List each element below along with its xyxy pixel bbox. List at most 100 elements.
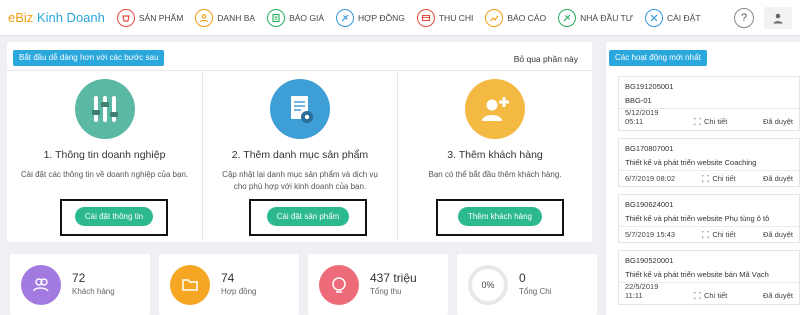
user-menu-button[interactable]: [764, 7, 792, 29]
activity-date: 22/5/2019 11:11: [625, 282, 658, 300]
document-gear-icon: [270, 79, 330, 139]
add-customer-button[interactable]: Thêm khách hàng: [457, 207, 543, 226]
product-icon: [116, 8, 135, 27]
stat-label: Hợp đồng: [221, 287, 257, 296]
nav-item-contracts[interactable]: HỢP ĐỒNG: [336, 8, 405, 27]
add-user-icon: [465, 79, 525, 139]
step-desc: Bạn có thể bắt đầu thêm khách hàng.: [428, 170, 562, 179]
nav-item-contacts[interactable]: DANH BẠ: [195, 8, 256, 27]
detail-label: Chi tiết: [712, 230, 736, 239]
nav-item-reports[interactable]: BÁO CÁO: [485, 8, 547, 27]
stat-value: 72: [72, 271, 86, 285]
activity-code: BG170807001: [625, 144, 674, 153]
activity-status: Đã duyệt: [762, 174, 793, 183]
detail-link[interactable]: Chi tiết: [702, 230, 736, 239]
income-expense-icon: [416, 8, 435, 27]
activity-footer: 5/12/2019 05:11 Chi tiết Đã duyệt: [619, 108, 799, 130]
income-icon: [319, 265, 359, 305]
nav-item-quotes[interactable]: BÁO GIÁ: [267, 8, 324, 27]
activity-footer: 22/5/2019 11:11 Chi tiết Đã duyệt: [619, 282, 799, 304]
stat-value: 74: [221, 271, 235, 285]
stat-contracts[interactable]: 74 Hợp đồng: [159, 254, 299, 315]
folder-icon: [170, 265, 210, 305]
step-customers: 3. Thêm khách hàng Bạn có thể bắt đầu th…: [397, 71, 592, 241]
activity-date: 5/12/2019 05:11: [625, 108, 658, 126]
nav-item-income-expense[interactable]: THU CHI: [416, 8, 474, 27]
activity-item[interactable]: BG190624001 Thiết kế và phát triển websi…: [618, 194, 800, 243]
onboarding-card: Bắt đầu dễ dàng hơn với các bước sau Bỏ …: [7, 42, 592, 242]
detail-link[interactable]: Chi tiết: [702, 174, 736, 183]
detail-link[interactable]: Chi tiết: [694, 117, 727, 126]
activity-date: 6/7/2019 08:02: [625, 174, 676, 183]
expand-icon: [702, 231, 710, 238]
nav-label: NHÀ ĐẦU TƯ: [580, 12, 633, 23]
nav-item-settings[interactable]: CÀI ĐẶT: [645, 8, 701, 27]
activity-date-line: 5/12/2019: [625, 108, 659, 117]
activity-desc: Thiết kế và phát triển website bán Mã Vạ…: [625, 270, 769, 279]
contacts-icon: [195, 8, 214, 27]
step-title: 3. Thêm khách hàng: [447, 149, 543, 161]
onboarding-title: Bắt đầu dễ dàng hơn với các bước sau: [13, 50, 165, 66]
report-icon: [485, 8, 504, 27]
activity-time-line: 11:11: [625, 291, 643, 300]
activity-code: BG190624001: [625, 200, 674, 209]
stat-expense[interactable]: 0% 0 Tổng Chi: [457, 254, 597, 315]
nav-item-investors[interactable]: NHÀ ĐẦU TƯ: [558, 8, 633, 27]
activity-list: BG191205001 BBG-01 5/12/2019 05:11 Chi t…: [618, 76, 800, 312]
activity-time-line: 05:11: [625, 117, 644, 126]
stat-value: 437 triệu: [370, 271, 417, 285]
expand-icon: [702, 175, 710, 182]
user-icon: [773, 13, 783, 24]
contract-icon: [336, 8, 355, 27]
skip-link[interactable]: Bỏ qua phần này: [514, 54, 578, 64]
detail-link[interactable]: Chi tiết: [694, 291, 727, 300]
stat-customers[interactable]: 72 Khách hàng: [10, 254, 150, 315]
stat-label: Tổng thu: [370, 287, 402, 296]
activity-item[interactable]: BG190520001 Thiết kế và phát triển websi…: [618, 250, 800, 305]
detail-label: Chi tiết: [704, 117, 728, 126]
activity-status: Đã duyệt: [762, 230, 793, 239]
nav-right: ?: [734, 7, 792, 29]
nav-label: HỢP ĐỒNG: [358, 12, 405, 23]
activity-status: Đã duyệt: [762, 291, 793, 300]
help-button[interactable]: ?: [734, 8, 754, 28]
activity-code: BG190520001: [625, 256, 674, 265]
setup-products-button[interactable]: Cài đặt sản phẩm: [266, 207, 350, 226]
top-nav: eBiz Kinh Doanh SẢN PHẨM DANH BẠ BÁO GIÁ…: [0, 0, 800, 36]
investor-icon: [558, 8, 577, 27]
expense-gauge: 0%: [468, 265, 508, 305]
step-title: 2. Thêm danh mục sản phẩm: [231, 149, 369, 161]
step-business-info: 1. Thông tin doanh nghiệp Cài đặt các th…: [7, 71, 202, 241]
nav-label: SẢN PHẨM: [138, 12, 184, 23]
step-title: 1. Thông tin doanh nghiệp: [43, 149, 166, 161]
activity-footer: 6/7/2019 08:02 Chi tiết Đã duyệt: [619, 170, 799, 186]
stat-label: Khách hàng: [72, 287, 115, 296]
activity-item[interactable]: BG170807001 Thiết kế và phát triển websi…: [618, 138, 800, 187]
settings-icon: [645, 8, 663, 27]
customers-icon: [21, 265, 61, 305]
step-desc: Cài đặt các thông tin về doanh nghiệp củ…: [20, 170, 189, 179]
step-products: 2. Thêm danh mục sản phẩm Cập nhật lại d…: [202, 71, 397, 241]
nav-label: BÁO CÁO: [507, 12, 547, 23]
gauge-percent: 0%: [481, 280, 495, 290]
quote-icon: [267, 8, 286, 27]
detail-label: Chi tiết: [712, 174, 736, 183]
activity-date-line: 22/5/2019: [625, 282, 659, 291]
activity-footer: 5/7/2019 15:43 Chi tiết Đã duyệt: [619, 226, 799, 242]
logo-part1: eBiz: [8, 10, 34, 25]
activity-code: BG191205001: [625, 82, 674, 91]
activity-item[interactable]: BG191205001 BBG-01 5/12/2019 05:11 Chi t…: [618, 76, 800, 131]
activity-desc: Thiết kế và phát triển website Coaching: [625, 158, 757, 167]
app-logo[interactable]: eBiz Kinh Doanh: [8, 10, 105, 25]
activity-status: Đã duyệt: [762, 117, 793, 126]
nav-label: DANH BẠ: [217, 12, 256, 23]
stat-value: 0: [519, 271, 526, 285]
nav-item-products[interactable]: SẢN PHẨM: [116, 8, 184, 27]
step-desc: Cập nhật lại danh mục sản phẩm và dịch v…: [222, 170, 378, 191]
sliders-icon: [74, 79, 135, 139]
setup-info-button[interactable]: Cài đặt thông tin: [74, 207, 154, 226]
stat-income[interactable]: 437 triệu Tổng thu: [308, 254, 448, 315]
nav-label: THU CHI: [438, 12, 474, 23]
activity-desc: Thiết kế và phát triển website Phụ tùng …: [625, 214, 770, 223]
highlight-box: Cài đặt thông tin: [60, 199, 168, 236]
